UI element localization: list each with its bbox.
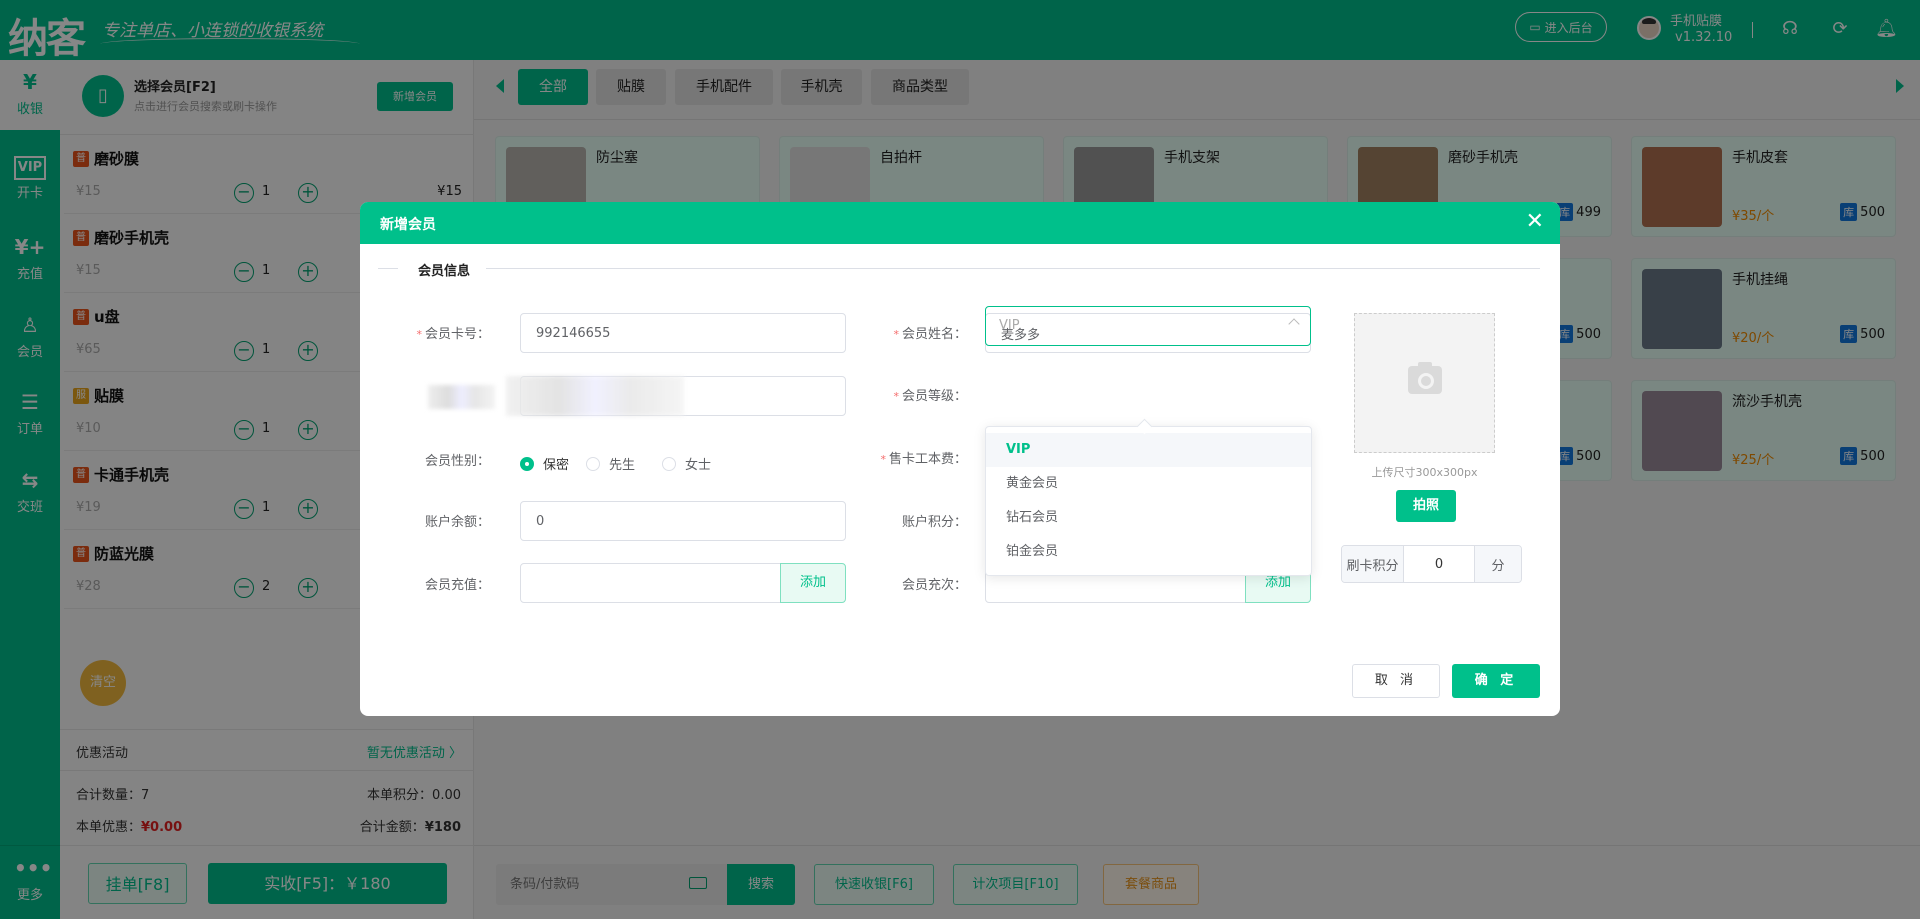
- dropdown-option[interactable]: 铂金会员: [986, 535, 1311, 569]
- recharge-label: 会员充值：: [424, 578, 490, 593]
- label-text: 售卡工本费：: [888, 452, 967, 467]
- photo-size-hint: 上传尺寸300x300px: [1371, 466, 1478, 479]
- redacted-value: [506, 376, 684, 416]
- section-title: 会员信息: [418, 264, 471, 279]
- radio-icon: [662, 456, 676, 471]
- points-label: 账户积分：: [901, 515, 967, 530]
- swipe-points-group: 刷卡积分 0 分: [1341, 545, 1522, 583]
- dropdown-option[interactable]: 黄金会员: [986, 467, 1311, 501]
- gender-radio-male[interactable]: 先生: [586, 454, 635, 473]
- divider: [378, 268, 398, 269]
- dropdown-option[interactable]: 钻石会员: [986, 501, 1311, 535]
- gender-radio-female[interactable]: 女士: [662, 454, 711, 473]
- dropdown-option[interactable]: VIP: [986, 433, 1311, 467]
- redacted-label: [428, 385, 495, 409]
- points-unit: 分: [1474, 546, 1521, 582]
- member-level-select[interactable]: VIP: [985, 306, 1311, 346]
- label-text: 会员卡号：: [424, 327, 490, 342]
- chevron-up-icon: [1288, 318, 1300, 330]
- radio-label: 先生: [609, 458, 636, 473]
- confirm-button[interactable]: 确 定: [1452, 664, 1540, 698]
- cancel-button[interactable]: 取 消: [1352, 664, 1440, 698]
- swipe-points-label: 刷卡积分: [1342, 546, 1404, 582]
- recharge-times-label: 会员充次：: [901, 578, 967, 593]
- card-number-input[interactable]: [520, 313, 846, 353]
- photo-upload[interactable]: [1354, 313, 1495, 453]
- swipe-points-input[interactable]: 0: [1404, 546, 1474, 582]
- divider: [486, 268, 1540, 269]
- gender-radio-secret[interactable]: 保密: [520, 454, 569, 473]
- select-value: VIP: [999, 318, 1020, 333]
- card-number-label: * 会员卡号：: [416, 327, 490, 342]
- close-icon[interactable]: ✕: [1526, 209, 1544, 234]
- dialog-title: 新增会员: [380, 217, 436, 233]
- radio-icon: [520, 456, 534, 471]
- take-photo-button[interactable]: 拍照: [1396, 490, 1456, 522]
- camera-icon: [1408, 362, 1442, 394]
- radio-label: 女士: [685, 458, 712, 473]
- add-member-dialog: 新增会员 ✕ 会员信息 *会员卡号： 会员性别： 保密 先生 女士 账户余额： …: [360, 202, 1560, 716]
- balance-label: 账户余额：: [424, 515, 490, 530]
- label-text: 会员姓名：: [901, 327, 967, 342]
- recharge-input[interactable]: [520, 563, 782, 603]
- member-level-dropdown: VIP 黄金会员 钻石会员 铂金会员: [985, 426, 1312, 576]
- label-text: 会员等级：: [901, 389, 967, 404]
- name-label: * 会员姓名：: [893, 327, 967, 342]
- card-fee-label: * 售卡工本费：: [880, 452, 967, 467]
- radio-label: 保密: [543, 458, 570, 473]
- level-label: * 会员等级：: [893, 389, 967, 404]
- dialog-header: 新增会员 ✕: [360, 202, 1560, 244]
- radio-icon: [586, 456, 600, 471]
- balance-input[interactable]: [520, 501, 846, 541]
- gender-label: 会员性别：: [424, 454, 490, 469]
